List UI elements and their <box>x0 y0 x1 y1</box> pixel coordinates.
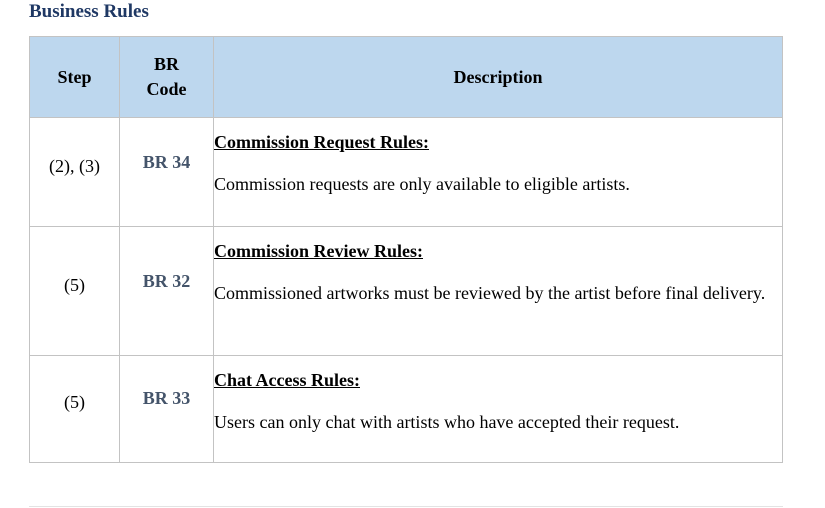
header-br-code-line2: Code <box>146 79 187 99</box>
section-title: Business Rules <box>29 1 149 22</box>
description-cell: Commission Review Rules: Commissioned ar… <box>213 226 783 356</box>
step-cell: (2), (3) <box>29 117 120 227</box>
description-cell: Chat Access Rules: Users can only chat w… <box>213 355 783 463</box>
br-code-cell: BR 32 <box>119 226 214 356</box>
table-header-row: Step BR Code Description <box>29 36 783 118</box>
table-row: (2), (3) BR 34 Commission Request Rules:… <box>29 117 783 227</box>
rule-title: Commission Review Rules: <box>214 241 423 261</box>
header-br-code: BR Code <box>119 36 214 118</box>
business-rules-table: Step BR Code Description (2), (3) BR 34 … <box>29 36 783 463</box>
business-rules-table-container: Step BR Code Description (2), (3) BR 34 … <box>29 36 783 463</box>
page-divider <box>29 506 783 507</box>
rule-title: Chat Access Rules: <box>214 370 360 390</box>
step-value: (5) <box>64 275 85 295</box>
description-cell: Commission Request Rules: Commission req… <box>213 117 783 227</box>
rule-text: Users can only chat with artists who hav… <box>214 412 680 432</box>
step-value: (2), (3) <box>49 156 100 176</box>
step-cell: (5) <box>29 355 120 463</box>
br-code-cell: BR 33 <box>119 355 214 463</box>
step-cell: (5) <box>29 226 120 356</box>
rule-text: Commissioned artworks must be reviewed b… <box>214 283 766 303</box>
rule-title: Commission Request Rules: <box>214 132 430 152</box>
rule-text: Commission requests are only available t… <box>214 174 630 194</box>
header-br-code-line1: BR <box>153 54 179 74</box>
br-code-value: BR 34 <box>142 152 191 172</box>
br-code-value: BR 33 <box>142 388 191 408</box>
header-description: Description <box>213 36 783 118</box>
step-value: (5) <box>64 392 85 412</box>
table-row: (5) BR 32 Commission Review Rules: Commi… <box>29 226 783 356</box>
br-code-cell: BR 34 <box>119 117 214 227</box>
header-step: Step <box>29 36 120 118</box>
br-code-value: BR 32 <box>142 271 191 291</box>
table-row: (5) BR 33 Chat Access Rules: Users can o… <box>29 355 783 463</box>
